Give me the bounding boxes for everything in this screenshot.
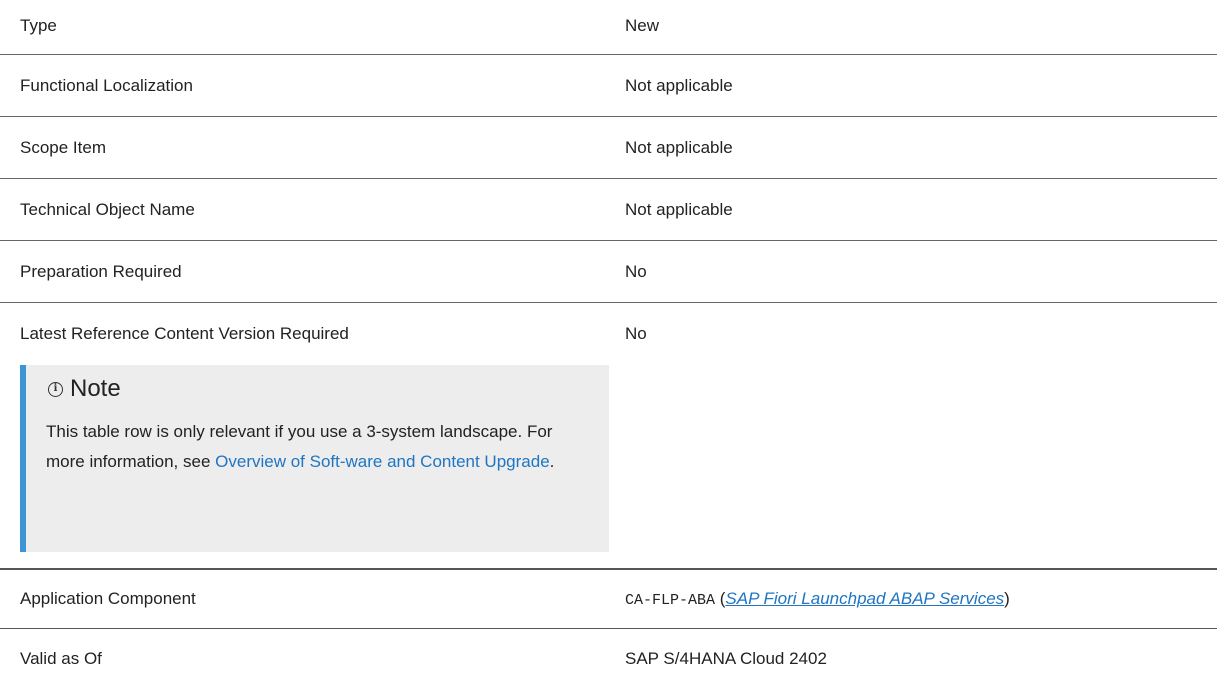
table-row-technical-object-name: Technical Object Name Not applicable xyxy=(0,179,1217,241)
note-box: i Note This table row is only relevant i… xyxy=(20,365,609,552)
row-label: Latest Reference Content Version Require… xyxy=(20,324,349,343)
row-value: Not applicable xyxy=(625,137,733,157)
note-container: i Note This table row is only relevant i… xyxy=(0,365,609,568)
row-value: CA-FLP-ABA (SAP Fiori Launchpad ABAP Ser… xyxy=(605,589,1217,609)
properties-table: Type New Functional Localization Not app… xyxy=(0,0,1217,688)
note-text-end: . xyxy=(549,452,555,471)
table-row-preparation-required: Preparation Required No xyxy=(0,241,1217,303)
note-title: i Note xyxy=(46,375,589,403)
row-label: Valid as Of xyxy=(20,648,102,668)
row-value: No xyxy=(625,324,647,343)
row-label: Application Component xyxy=(20,589,196,608)
paren-close: ) xyxy=(1004,589,1010,608)
note-body: This table row is only relevant if you u… xyxy=(46,417,566,477)
note-row: i Note This table row is only relevant i… xyxy=(0,365,1217,570)
overview-upgrade-link[interactable]: Overview of Soft-ware and Content Upgrad… xyxy=(215,452,550,471)
row-label: Type xyxy=(20,16,57,35)
row-value: No xyxy=(625,261,647,281)
paren-open: ( xyxy=(715,589,726,608)
component-code: CA-FLP-ABA xyxy=(625,592,716,609)
table-row-application-component: Application Component CA-FLP-ABA (SAP Fi… xyxy=(0,570,1217,629)
table-row-scope-item: Scope Item Not applicable xyxy=(0,117,1217,179)
row-label: Technical Object Name xyxy=(20,199,195,219)
row-value: SAP S/4HANA Cloud 2402 xyxy=(625,648,827,668)
note-title-text: Note xyxy=(70,375,121,402)
row-value: Not applicable xyxy=(625,199,733,219)
info-circle-icon: i xyxy=(48,381,63,397)
row-label: Scope Item xyxy=(20,137,106,157)
table-row-type: Type New xyxy=(0,0,1217,55)
row-label: Preparation Required xyxy=(20,261,182,281)
row-value: New xyxy=(625,16,660,35)
table-row-latest-reference-content: Latest Reference Content Version Require… xyxy=(0,303,1217,365)
row-label: Functional Localization xyxy=(20,75,193,95)
component-link[interactable]: SAP Fiori Launchpad ABAP Services xyxy=(725,589,1004,608)
table-row-functional-localization: Functional Localization Not applicable xyxy=(0,55,1217,117)
table-row-valid-as-of: Valid as Of SAP S/4HANA Cloud 2402 xyxy=(0,629,1217,688)
row-value: Not applicable xyxy=(625,75,733,95)
